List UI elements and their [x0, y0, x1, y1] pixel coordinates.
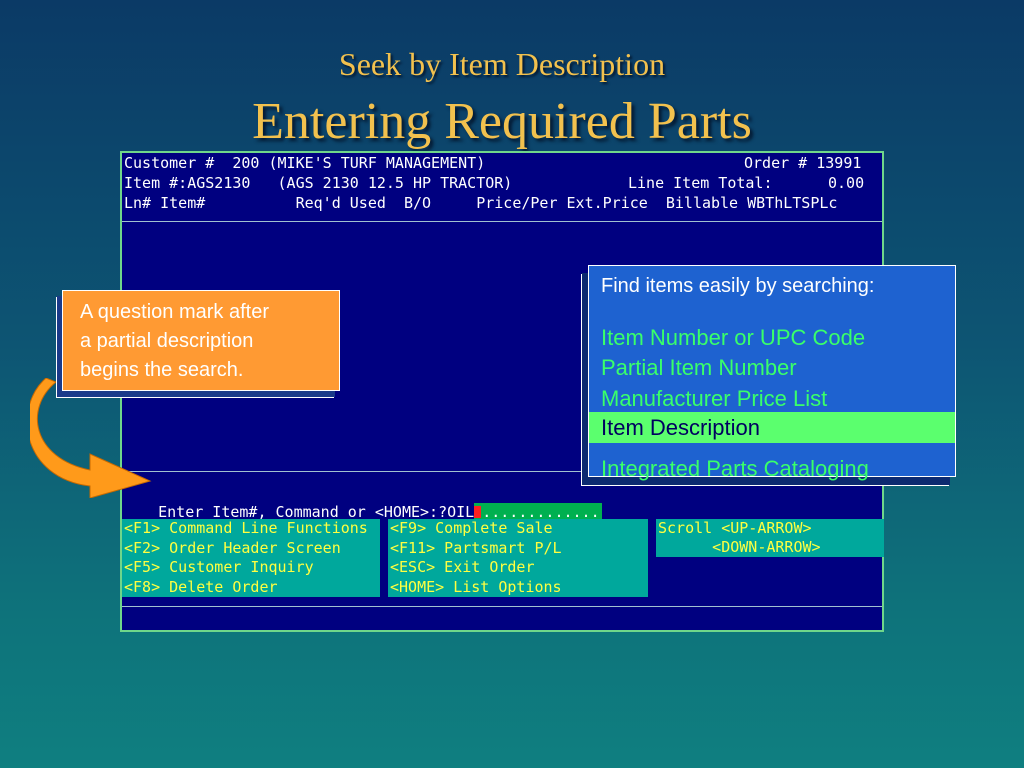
scroll-down[interactable]: <DOWN-ARROW>: [656, 538, 884, 557]
divider: [122, 221, 882, 222]
option-partial-item-number: Partial Item Number: [601, 355, 797, 380]
option-item-description: Item Description: [589, 412, 955, 443]
fkey-f9[interactable]: <F9> Complete Sale: [388, 519, 648, 539]
panel-heading: Find items easily by searching:: [601, 275, 875, 297]
divider: [122, 606, 882, 607]
scroll-keys: Scroll <UP-ARROW> <DOWN-ARROW>: [656, 519, 884, 557]
fkey-f1[interactable]: <F1> Command Line Functions: [122, 519, 380, 539]
fkey-esc[interactable]: <ESC> Exit Order: [388, 558, 648, 578]
order-number: Order # 13991: [744, 154, 862, 172]
fkey-f5[interactable]: <F5> Customer Inquiry: [122, 558, 380, 578]
slide-title: Entering Required Parts: [252, 93, 752, 150]
function-keys-middle: <F9> Complete Sale <F11> Partsmart P/L <…: [388, 519, 648, 597]
option-parts-cataloging: Integrated Parts Cataloging: [601, 456, 869, 481]
callout-line: a partial description: [80, 330, 254, 352]
fkey-home[interactable]: <HOME> List Options: [388, 578, 648, 598]
column-headers: Ln# Item# Req'd Used B/O Price/Per Ext.P…: [124, 194, 838, 212]
line-item-total-label: Line Item Total:: [628, 174, 773, 192]
item-line: Item #:AGS2130 (AGS 2130 12.5 HP TRACTOR…: [124, 174, 513, 192]
callout-line: begins the search.: [80, 359, 244, 381]
cursor: [474, 506, 482, 518]
curved-arrow-icon: [30, 378, 152, 498]
option-item-number: Item Number or UPC Code: [601, 325, 866, 350]
callout-box: A question mark after a partial descript…: [62, 290, 340, 391]
scroll-up[interactable]: Scroll <UP-ARROW>: [656, 519, 884, 538]
callout-line: A question mark after: [80, 301, 269, 323]
line-item-total-value: 0.00: [828, 174, 865, 192]
command-line[interactable]: Enter Item#, Command or <HOME>:?OIL.....…: [122, 482, 602, 521]
customer-line: Customer # 200 (MIKE'S TURF MANAGEMENT): [124, 154, 486, 172]
option-manufacturer-price-list: Manufacturer Price List: [601, 386, 828, 411]
fkey-f8[interactable]: <F8> Delete Order: [122, 578, 380, 598]
fkey-f2[interactable]: <F2> Order Header Screen: [122, 539, 380, 559]
slide-subtitle: Seek by Item Description: [338, 46, 666, 82]
function-keys-left: <F1> Command Line Functions <F2> Order H…: [122, 519, 380, 597]
fkey-f11[interactable]: <F11> Partsmart P/L: [388, 539, 648, 559]
search-options-panel: Find items easily by searching: Item Num…: [588, 265, 956, 481]
